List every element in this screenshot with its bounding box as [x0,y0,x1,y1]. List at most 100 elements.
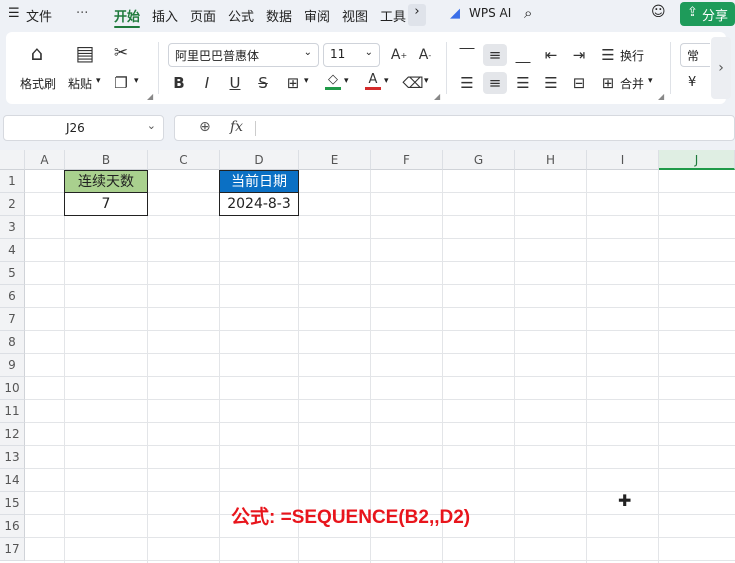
column-header-f[interactable]: F [371,150,443,170]
column-header-d[interactable]: D [220,150,299,170]
row-header-1[interactable]: 1 [0,170,25,193]
decrease-indent-icon[interactable]: ⇤ [540,44,562,66]
zoom-icon[interactable]: ⊕ [199,119,211,135]
file-menu[interactable]: 文件 [26,6,52,25]
borders-dropdown-icon[interactable]: ▾ [304,76,309,86]
clear-format-icon[interactable]: ⌫ [402,72,424,94]
row-header-6[interactable]: 6 [0,285,25,308]
tab-page[interactable]: 页面 [190,6,216,25]
tab-insert[interactable]: 插入 [152,6,178,25]
paste-label[interactable]: 粘贴 [68,75,92,92]
increase-font-size-icon[interactable]: A + [388,44,410,66]
increase-indent-icon[interactable]: ⇥ [568,44,590,66]
italic-icon[interactable]: I [196,72,218,94]
gridline [25,284,735,285]
search-icon[interactable]: ⌕ [524,4,532,22]
row-header-16[interactable]: 16 [0,515,25,538]
align-bottom-icon[interactable]: ⎽ [512,44,534,66]
chat-icon[interactable]: ☺ [651,4,666,20]
copy-icon[interactable]: ❐ [110,72,132,94]
clear-format-dropdown-icon[interactable]: ▾ [424,76,429,86]
distributed-align-icon[interactable]: ⊟ [568,72,590,94]
row-header-17[interactable]: 17 [0,538,25,561]
row-header-10[interactable]: 10 [0,377,25,400]
share-button[interactable]: ⇪ 分享 [680,2,735,26]
cell-b2[interactable]: 7 [64,192,148,216]
cell-d2[interactable]: 2024-8-3 [219,192,299,216]
merge-cells-icon[interactable]: ⊞ [598,72,618,94]
row-header-2[interactable]: 2 [0,193,25,216]
underline-icon[interactable]: U [224,72,246,94]
decrease-font-size-icon[interactable]: A- [414,44,436,66]
font-color-dropdown-icon[interactable]: ▾ [384,76,389,86]
menu-icon[interactable]: ☰ [8,6,20,21]
wrap-text-icon[interactable]: ☰ [598,44,618,66]
borders-icon[interactable]: ⊞ [282,72,304,94]
paste-dropdown-icon[interactable]: ▾ [96,76,101,86]
cell-d1[interactable]: 当前日期 [219,170,299,193]
font-name-select[interactable]: 阿里巴巴普惠体 ⌄ [168,43,319,67]
tab-data[interactable]: 数据 [266,6,292,25]
wrap-text-label[interactable]: 换行 [620,47,644,64]
row-header-5[interactable]: 5 [0,262,25,285]
ribbon-scroll-right-icon[interactable]: › [711,37,731,99]
format-painter-label[interactable]: 格式刷 [20,75,56,92]
column-header-i[interactable]: I [587,150,659,170]
tab-formula[interactable]: 公式 [228,6,254,25]
select-all-corner[interactable] [0,150,25,170]
currency-icon[interactable]: ¥ [688,75,696,90]
merge-dropdown-icon[interactable]: ▾ [648,76,653,86]
row-header-14[interactable]: 14 [0,469,25,492]
row-header-12[interactable]: 12 [0,423,25,446]
row-header-15[interactable]: 15 [0,492,25,515]
number-format-select[interactable]: 常 [680,43,710,67]
fill-color-icon[interactable]: ◇ [322,70,344,92]
name-box[interactable]: J26 ⌄ [3,115,164,141]
paste-icon[interactable]: ▤ [72,40,98,66]
tab-tools[interactable]: 工具 [380,6,406,25]
row-header-3[interactable]: 3 [0,216,25,239]
wps-ai-button[interactable]: WPS AI [469,6,511,20]
align-right-icon[interactable]: ☰ [512,72,534,94]
tabs-scroll-right-icon[interactable]: › [408,4,426,26]
row-header-8[interactable]: 8 [0,331,25,354]
merge-cells-label[interactable]: 合并 [620,75,644,92]
alignment-expand-icon[interactable]: ◢ [658,92,664,101]
cell-b1[interactable]: 连续天数 [64,170,148,193]
tab-view[interactable]: 视图 [342,6,368,25]
tab-review[interactable]: 审阅 [304,6,330,25]
column-header-a[interactable]: A [25,150,65,170]
column-header-e[interactable]: E [299,150,371,170]
row-header-13[interactable]: 13 [0,446,25,469]
cut-icon[interactable]: ✂ [110,42,132,64]
format-painter-icon[interactable]: ⌂ [24,40,50,66]
font-size-select[interactable]: 11 ⌄ [323,43,380,67]
font-color-icon[interactable]: A [362,70,384,92]
strikethrough-icon[interactable]: S [252,72,274,94]
bold-icon[interactable]: B [168,72,190,94]
more-menu[interactable]: ··· [76,6,88,21]
spreadsheet-grid[interactable]: A B C D E F G H I J 1 2 3 4 5 6 7 8 9 10… [0,150,735,563]
chevron-down-icon[interactable]: ⌄ [147,119,156,132]
tab-home[interactable]: 开始 [114,6,140,25]
column-header-c[interactable]: C [148,150,220,170]
row-header-4[interactable]: 4 [0,239,25,262]
function-icon[interactable]: fx [230,119,243,135]
column-header-g[interactable]: G [443,150,515,170]
align-left-icon[interactable]: ☰ [456,72,478,94]
row-header-7[interactable]: 7 [0,308,25,331]
gridline [64,170,65,563]
align-top-icon[interactable]: ⎺ [456,44,478,66]
column-header-j[interactable]: J [659,150,735,170]
clipboard-expand-icon[interactable]: ◢ [147,92,153,101]
align-middle-icon[interactable]: ≡ [483,44,507,66]
justify-icon[interactable]: ☰ [540,72,562,94]
row-header-11[interactable]: 11 [0,400,25,423]
align-center-icon[interactable]: ≡ [483,72,507,94]
column-header-h[interactable]: H [515,150,587,170]
column-header-b[interactable]: B [65,150,148,170]
fill-color-dropdown-icon[interactable]: ▾ [344,76,349,86]
row-header-9[interactable]: 9 [0,354,25,377]
copy-dropdown-icon[interactable]: ▾ [134,76,139,86]
font-expand-icon[interactable]: ◢ [434,92,440,101]
